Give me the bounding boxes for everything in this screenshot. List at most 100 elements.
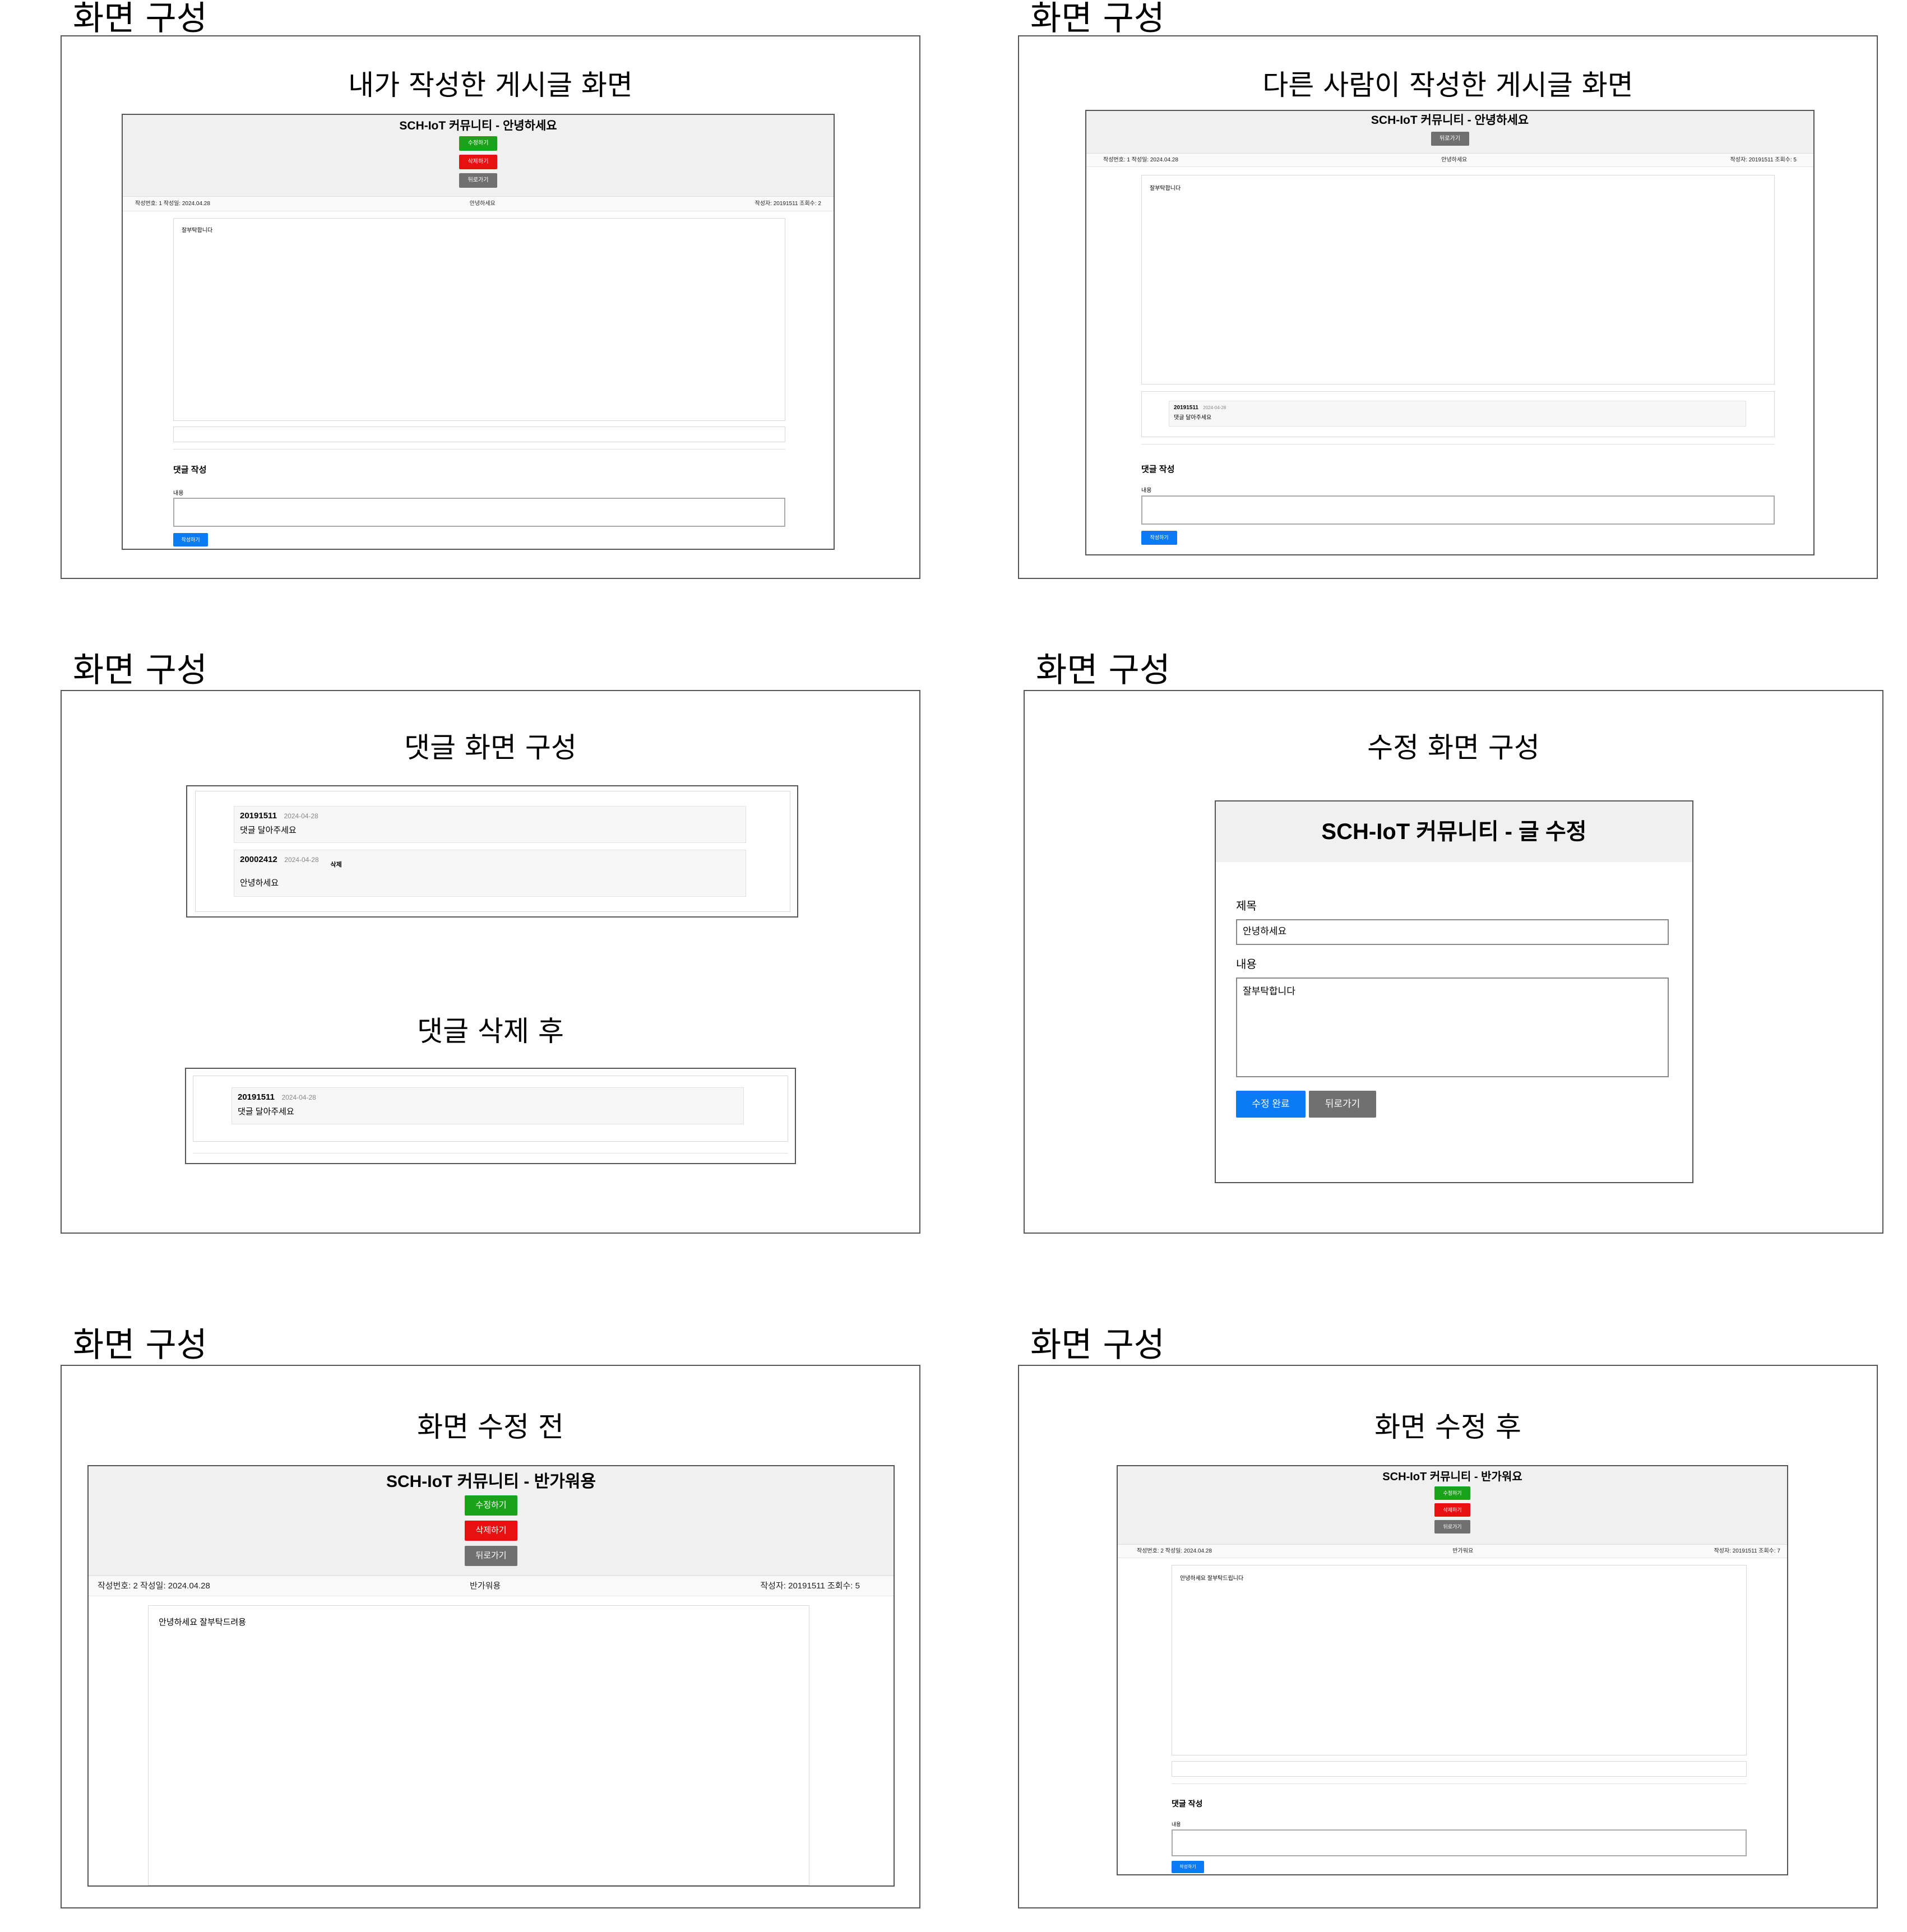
post-window: SCH-IoT 커뮤니티 - 반가워요 수정하기 삭제하기 뒤로가기 작성번호:… [1117,1465,1788,1875]
comment-date: 2024-04-28 [284,856,319,864]
comment-text: 댓글 달아주세요 [240,826,297,835]
post-body: 잘부탁합니다 [1141,175,1775,384]
section-label: 화면 구성 [1036,651,1170,690]
edit-window: SCH-IoT 커뮤니티 - 글 수정 제목 안녕하세요 내용 잘부탁합니다 수… [1215,800,1693,1183]
comment-list: 20191511 2024-04-28 댓글 달아주세요 20002412 20… [195,791,790,912]
save-edit-button[interactable]: 수정 완료 [1236,1091,1306,1118]
comment-text: 댓글 달아주세요 [238,1107,294,1116]
panel-before-edit: 화면 수정 전 SCH-IoT 커뮤니티 - 반가워용 수정하기 삭제하기 뒤로… [61,1365,920,1908]
comment-item: 20191511 2024-04-28 댓글 달아주세요 [1169,401,1746,427]
post-info-bar: 작성번호: 2 작성일: 2024.04.28 반가워용 작성자: 201915… [89,1576,894,1596]
post-info-title: 안녕하세요 [469,201,496,207]
post-header: SCH-IoT 커뮤니티 - 반가워용 수정하기 삭제하기 뒤로가기 [89,1466,894,1576]
post-info-bar: 작성번호: 1 작성일: 2024.04.28 안녕하세요 작성자: 20191… [1086,154,1813,167]
content-label: 내용 [1236,958,1257,971]
delete-button[interactable]: 삭제하기 [1434,1503,1470,1517]
comment-list [173,427,785,442]
edit-button[interactable]: 수정하기 [465,1495,517,1516]
section-label: 화면 구성 [1030,0,1165,38]
panel-caption: 내가 작성한 게시글 화면 [348,69,633,101]
comment-list: 20191511 2024-04-28 댓글 달아주세요 [1141,391,1775,437]
comment-input[interactable] [173,498,785,527]
back-button[interactable]: 뒤로가기 [1434,1520,1470,1533]
comments-window: 20191511 2024-04-28 댓글 달아주세요 20002412 20… [186,785,798,918]
panel-caption: 댓글 삭제 후 [417,1015,564,1048]
comment-author: 20191511 [240,811,277,821]
section-label: 화면 구성 [73,651,207,690]
post-number-date: 작성번호: 2 작성일: 2024.04.28 [1137,1548,1212,1554]
panel-caption: 댓글 화면 구성 [404,731,577,764]
comments-window: 20191511 2024-04-28 댓글 달아주세요 [185,1068,796,1164]
panel-my-post: 내가 작성한 게시글 화면 SCH-IoT 커뮤니티 - 안녕하세요 수정하기 … [61,35,920,579]
submit-comment-button[interactable]: 작성하기 [1172,1861,1204,1873]
divider [173,449,785,450]
back-button[interactable]: 뒤로가기 [1431,132,1469,146]
delete-button[interactable]: 삭제하기 [459,155,497,169]
title-input-value: 안녕하세요 [1243,926,1287,937]
comment-heading: 댓글 작성 [1141,465,1175,474]
post-body-text: 잘부탁합니다 [182,228,213,234]
panel-caption: 다른 사람이 작성한 게시글 화면 [1262,69,1633,101]
post-window: SCH-IoT 커뮤니티 - 안녕하세요 수정하기 삭제하기 뒤로가기 작성번호… [122,114,835,550]
title-input[interactable]: 안녕하세요 [1236,919,1669,945]
post-body-text: 잘부탁합니다 [1150,186,1181,192]
comment-input[interactable] [1141,495,1775,525]
divider [1172,1783,1747,1784]
edit-header: SCH-IoT 커뮤니티 - 글 수정 [1216,801,1692,862]
comment-list [1172,1761,1747,1777]
panel-other-post: 다른 사람이 작성한 게시글 화면 SCH-IoT 커뮤니티 - 안녕하세요 뒤… [1018,35,1878,579]
comment-heading: 댓글 작성 [173,465,207,475]
panel-caption: 수정 화면 구성 [1367,731,1540,764]
post-author-views: 작성자: 20191511 조회수: 7 [1714,1548,1780,1554]
post-body-text: 안녕하세요 잘부탁드려용 [159,1618,246,1627]
back-button[interactable]: 뒤로가기 [1309,1091,1376,1118]
content-label: 내용 [1141,488,1152,494]
comment-date: 2024-04-28 [1203,405,1226,410]
panel-caption: 화면 수정 후 [1374,1411,1521,1443]
post-header: SCH-IoT 커뮤니티 - 반가워요 수정하기 삭제하기 뒤로가기 [1118,1466,1787,1545]
comment-input[interactable] [1172,1829,1747,1856]
back-button[interactable]: 뒤로가기 [465,1546,517,1566]
comment-text: 안녕하세요 [240,878,279,888]
title-label: 제목 [1236,900,1257,912]
panel-edit-form: 수정 화면 구성 SCH-IoT 커뮤니티 - 글 수정 제목 안녕하세요 내용… [1024,690,1883,1234]
comment-item: 20191511 2024-04-28 댓글 달아주세요 [234,806,746,843]
section-label: 화면 구성 [73,1326,207,1365]
comment-author: 20191511 [238,1092,275,1102]
post-number-date: 작성번호: 1 작성일: 2024.04.28 [135,201,210,207]
comment-text: 댓글 달아주세요 [1174,415,1212,421]
post-number-date: 작성번호: 1 작성일: 2024.04.28 [1103,157,1178,163]
panel-caption: 화면 수정 전 [417,1411,564,1443]
post-title: SCH-IoT 커뮤니티 - 반가워용 [386,1472,596,1491]
submit-comment-button[interactable]: 작성하기 [1141,531,1177,545]
edit-title: SCH-IoT 커뮤니티 - 글 수정 [1321,819,1587,844]
post-info-bar: 작성번호: 2 작성일: 2024.04.28 반가워요 작성자: 201915… [1118,1545,1787,1558]
comment-item: 20002412 2024-04-28 삭제 안녕하세요 [234,850,746,897]
panel-after-edit: 화면 수정 후 SCH-IoT 커뮤니티 - 반가워요 수정하기 삭제하기 뒤로… [1018,1365,1878,1908]
comment-author: 20191511 [1174,405,1198,411]
post-number-date: 작성번호: 2 작성일: 2024.04.28 [98,1581,210,1591]
edit-button[interactable]: 수정하기 [459,136,497,151]
post-title: SCH-IoT 커뮤니티 - 안녕하세요 [1371,114,1529,127]
post-body: 안녕하세요 잘부탁드립니다 [1172,1565,1747,1755]
submit-comment-button[interactable]: 작성하기 [173,533,208,546]
post-info-title: 반가워용 [470,1581,501,1591]
post-title: SCH-IoT 커뮤니티 - 안녕하세요 [399,119,557,132]
section-label: 화면 구성 [1030,1326,1165,1365]
comment-item: 20191511 2024-04-28 댓글 달아주세요 [232,1087,744,1124]
post-title: SCH-IoT 커뮤니티 - 반가워요 [1382,1471,1522,1483]
post-body: 잘부탁합니다 [173,218,785,421]
delete-button[interactable]: 삭제하기 [465,1521,517,1541]
comment-heading: 댓글 작성 [1172,1799,1203,1808]
content-textarea[interactable]: 잘부탁합니다 [1236,977,1669,1077]
content-label: 내용 [173,490,184,497]
post-author-views: 작성자: 20191511 조회수: 5 [760,1581,860,1591]
back-button[interactable]: 뒤로가기 [459,173,497,188]
comment-author: 20002412 [240,855,277,864]
edit-button[interactable]: 수정하기 [1434,1486,1470,1500]
post-info-bar: 작성번호: 1 작성일: 2024.04.28 안녕하세요 작성자: 20191… [123,197,834,211]
post-info-title: 반가워요 [1452,1548,1474,1554]
post-author-views: 작성자: 20191511 조회수: 5 [1730,157,1797,163]
post-body: 안녕하세요 잘부탁드려용 [148,1605,809,1885]
delete-comment-button[interactable]: 삭제 [331,861,342,868]
